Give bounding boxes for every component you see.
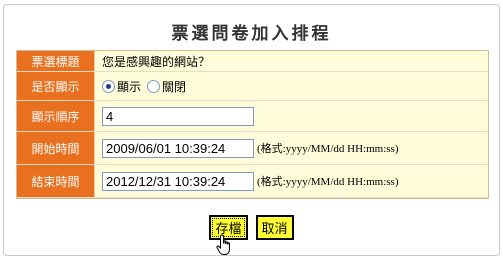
field-label-end-time: 結束時間 [17,165,95,198]
start-time-format-hint: (格式:yyyy/MM/dd HH:mm:ss) [257,143,399,155]
order-input[interactable] [102,106,254,126]
end-time-input[interactable] [102,171,254,191]
form-row-display: 是否顯示 顯示 關閉 [17,72,488,101]
dialog-frame: 票選問卷加入排程 票選標題 您是感興趣的網站？ 是否顯示 顯示 關閉 顯示順序 開… [3,4,500,256]
radio-hide-label[interactable]: 關閉 [162,80,186,94]
field-label-title: 票選標題 [17,51,95,72]
display-radio-group: 顯示 關閉 [95,72,488,101]
poll-title-value: 您是感興趣的網站？ [95,51,488,72]
radio-show-label[interactable]: 顯示 [117,80,141,94]
hand-pointer-icon [216,234,230,255]
field-label-order: 顯示順序 [17,101,95,132]
form-row-title: 票選標題 您是感興趣的網站？ [17,51,488,72]
radio-show[interactable] [102,79,115,93]
start-time-input[interactable] [102,138,254,158]
cancel-button[interactable]: 取消 [255,215,294,240]
end-time-format-hint: (格式:yyyy/MM/dd HH:mm:ss) [257,176,399,188]
form-row-end: 結束時間 (格式:yyyy/MM/dd HH:mm:ss) [17,165,488,198]
radio-hide[interactable] [147,79,161,93]
button-bar: 存檔 取消 [4,215,499,240]
page-title: 票選問卷加入排程 [171,24,332,44]
form-row-order: 顯示順序 [17,101,488,132]
field-label-display: 是否顯示 [17,72,95,101]
field-label-start-time: 開始時間 [17,132,95,165]
form-row-start: 開始時間 (格式:yyyy/MM/dd HH:mm:ss) [17,132,488,165]
schedule-form: 票選標題 您是感興趣的網站？ 是否顯示 顯示 關閉 顯示順序 開始時間 (格式:y… [16,50,489,199]
